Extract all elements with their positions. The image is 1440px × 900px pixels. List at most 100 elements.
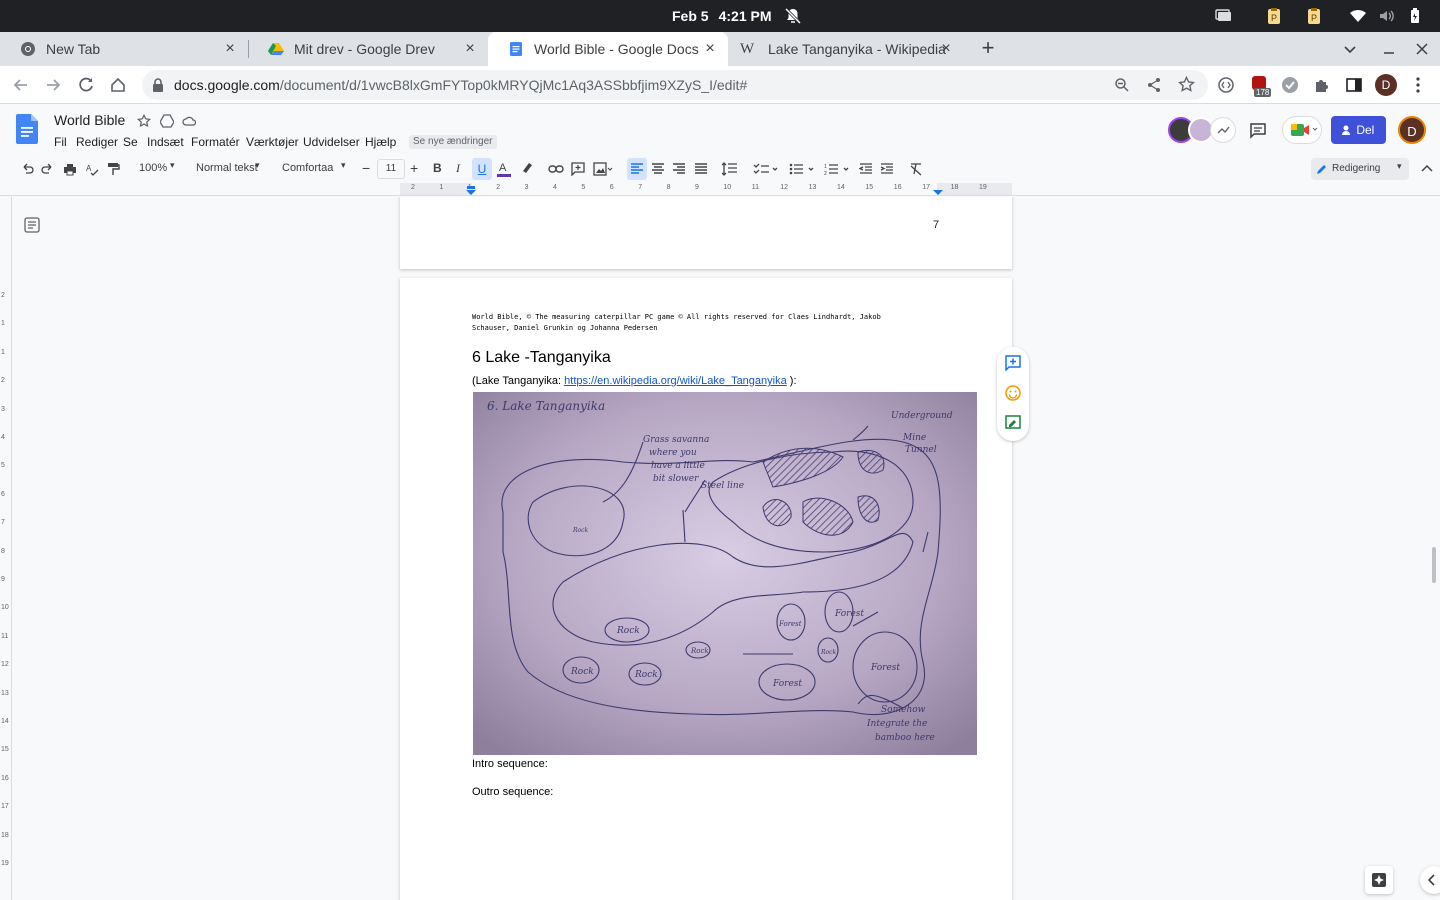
comment-history-icon[interactable] (1249, 121, 1267, 139)
chevron-down-icon[interactable]: ▾ (170, 160, 175, 171)
browser-menu-icon[interactable] (1411, 76, 1425, 94)
menu-tools[interactable]: Værktøjer (246, 135, 299, 149)
page-header[interactable]: World Bible, © The measuring caterpillar… (472, 312, 881, 334)
new-tab-button[interactable]: + (978, 37, 998, 59)
menu-file[interactable]: Fil (54, 135, 67, 149)
notifications-off-icon[interactable] (784, 7, 802, 25)
decrease-indent-icon[interactable] (859, 162, 873, 176)
activity-dashboard-icon[interactable] (1210, 117, 1236, 143)
screen-share-icon[interactable] (1215, 7, 1233, 25)
address-bar[interactable]: docs.google.com/document/d/1vwcB8lxGmFYT… (142, 70, 1208, 100)
numbered-list-icon[interactable]: 12 (824, 162, 850, 176)
editing-mode-select[interactable]: Redigering ▾ (1311, 158, 1409, 180)
menu-format[interactable]: Formatér (191, 135, 240, 149)
chevron-down-icon[interactable]: ▾ (255, 160, 260, 171)
move-to-folder-icon[interactable] (160, 114, 174, 128)
justify-icon[interactable] (694, 162, 708, 176)
clipboard-icon-2[interactable]: P (1305, 7, 1323, 25)
lake-tanganyika-sketch-image[interactable]: 6. Lake Tanganyika Grass savanna where y… (473, 392, 977, 755)
share-icon[interactable] (1146, 77, 1162, 93)
account-avatar[interactable]: D (1398, 116, 1426, 144)
bulleted-list-icon[interactable] (789, 162, 815, 176)
vertical-ruler[interactable]: 2 1 1 2 3 4 5 6 7 8 9 10 11 12 13 14 15 16 17 18 19 (0, 197, 12, 900)
checklist-icon[interactable] (753, 162, 779, 176)
tab-search-icon[interactable] (1342, 41, 1358, 57)
url-text[interactable]: docs.google.com/document/d/1vwcB8lxGmFYT… (174, 77, 747, 93)
bold-button[interactable]: B (433, 161, 442, 175)
reload-icon[interactable] (77, 76, 95, 94)
tab-google-drive[interactable]: Mit drev - Google Drev × (248, 32, 488, 66)
align-center-icon[interactable] (651, 162, 665, 176)
font-family-select[interactable]: Comfortaa (282, 162, 333, 174)
horizontal-ruler[interactable]: 2112345678910111213141516171819 (0, 183, 1440, 196)
insert-comment-icon[interactable] (571, 162, 585, 176)
increase-font-size-button[interactable]: + (410, 160, 418, 176)
menu-view[interactable]: Se (123, 135, 138, 149)
font-size-input[interactable]: 11 (377, 159, 405, 179)
decrease-font-size-button[interactable]: − (362, 160, 370, 176)
forward-icon[interactable] (44, 76, 62, 94)
section-heading[interactable]: 6 Lake -Tanganyika (472, 349, 611, 367)
underline-button[interactable]: U (472, 158, 492, 180)
wifi-icon[interactable] (1349, 7, 1367, 25)
right-indent-marker-icon[interactable] (932, 186, 944, 196)
explore-button[interactable] (1365, 866, 1393, 894)
add-emoji-reaction-icon[interactable] (1005, 385, 1021, 401)
text-color-icon[interactable]: A (496, 160, 512, 178)
hide-menus-icon[interactable] (1420, 162, 1434, 176)
menu-insert[interactable]: Indsæt (147, 135, 184, 149)
insert-link-icon[interactable] (548, 162, 564, 176)
document-outline-icon[interactable] (24, 217, 40, 233)
align-left-button[interactable] (627, 158, 647, 180)
grammar-extension-icon[interactable] (1281, 76, 1299, 94)
paint-format-icon[interactable] (106, 162, 120, 176)
vertical-scrollbar-thumb[interactable] (1432, 547, 1436, 583)
profile-avatar[interactable]: D (1375, 74, 1397, 96)
zoom-select[interactable]: 100% (139, 162, 167, 174)
close-tab-icon[interactable]: × (462, 41, 478, 57)
home-icon[interactable] (109, 76, 127, 94)
tab-wikipedia[interactable]: W Lake Tanganyika - Wikipedia × (728, 32, 964, 66)
increase-indent-icon[interactable] (880, 162, 894, 176)
menu-edit[interactable]: Rediger (76, 135, 118, 149)
redo-icon[interactable] (41, 162, 55, 176)
intro-sequence-label[interactable]: Intro sequence: (472, 758, 548, 770)
meet-button[interactable] (1282, 116, 1322, 144)
tab-new-tab[interactable]: New Tab × (0, 32, 248, 66)
battery-icon[interactable] (1406, 7, 1424, 25)
tab-google-docs[interactable]: World Bible - Google Docs × (488, 32, 728, 66)
print-icon[interactable] (63, 162, 77, 176)
side-panel-toggle-icon[interactable] (1420, 866, 1440, 894)
extension-icon[interactable] (1217, 76, 1235, 94)
google-docs-logo-icon[interactable] (16, 114, 38, 144)
zoom-icon[interactable] (1114, 77, 1130, 93)
menu-help[interactable]: Hjælp (365, 135, 396, 149)
highlight-color-icon[interactable] (520, 161, 534, 175)
link-paragraph[interactable]: (Lake Tanganyika: https://en.wikipedia.o… (472, 375, 797, 387)
italic-button[interactable]: I (456, 161, 460, 176)
clipboard-icon[interactable]: P (1265, 7, 1283, 25)
puzzle-extensions-icon[interactable] (1313, 76, 1331, 94)
chevron-down-icon[interactable]: ▾ (341, 160, 346, 171)
line-spacing-icon[interactable] (722, 162, 738, 176)
volume-icon[interactable] (1378, 7, 1396, 25)
lock-icon[interactable] (152, 78, 164, 92)
back-icon[interactable] (12, 76, 30, 94)
close-tab-icon[interactable]: × (938, 41, 954, 57)
current-page[interactable]: World Bible, © The measuring caterpillar… (400, 278, 1012, 900)
outro-sequence-label[interactable]: Outro sequence: (472, 786, 553, 798)
undo-icon[interactable] (20, 162, 34, 176)
star-icon[interactable] (137, 114, 151, 128)
see-new-changes-button[interactable]: Se nye ændringer (409, 135, 497, 149)
align-right-icon[interactable] (672, 162, 686, 176)
wikipedia-link[interactable]: https://en.wikipedia.org/wiki/Lake_Tanga… (564, 375, 787, 387)
clear-formatting-icon[interactable] (909, 162, 923, 176)
paragraph-style-select[interactable]: Normal tekst (196, 162, 258, 174)
close-tab-icon[interactable]: × (702, 41, 718, 57)
add-comment-icon[interactable] (1005, 355, 1021, 371)
bookmark-star-icon[interactable] (1178, 76, 1195, 93)
menu-extensions[interactable]: Udvidelser (303, 135, 360, 149)
left-indent-marker-icon[interactable] (465, 186, 477, 196)
suggest-edits-icon[interactable] (1005, 415, 1021, 431)
spellcheck-icon[interactable]: A (85, 162, 99, 176)
